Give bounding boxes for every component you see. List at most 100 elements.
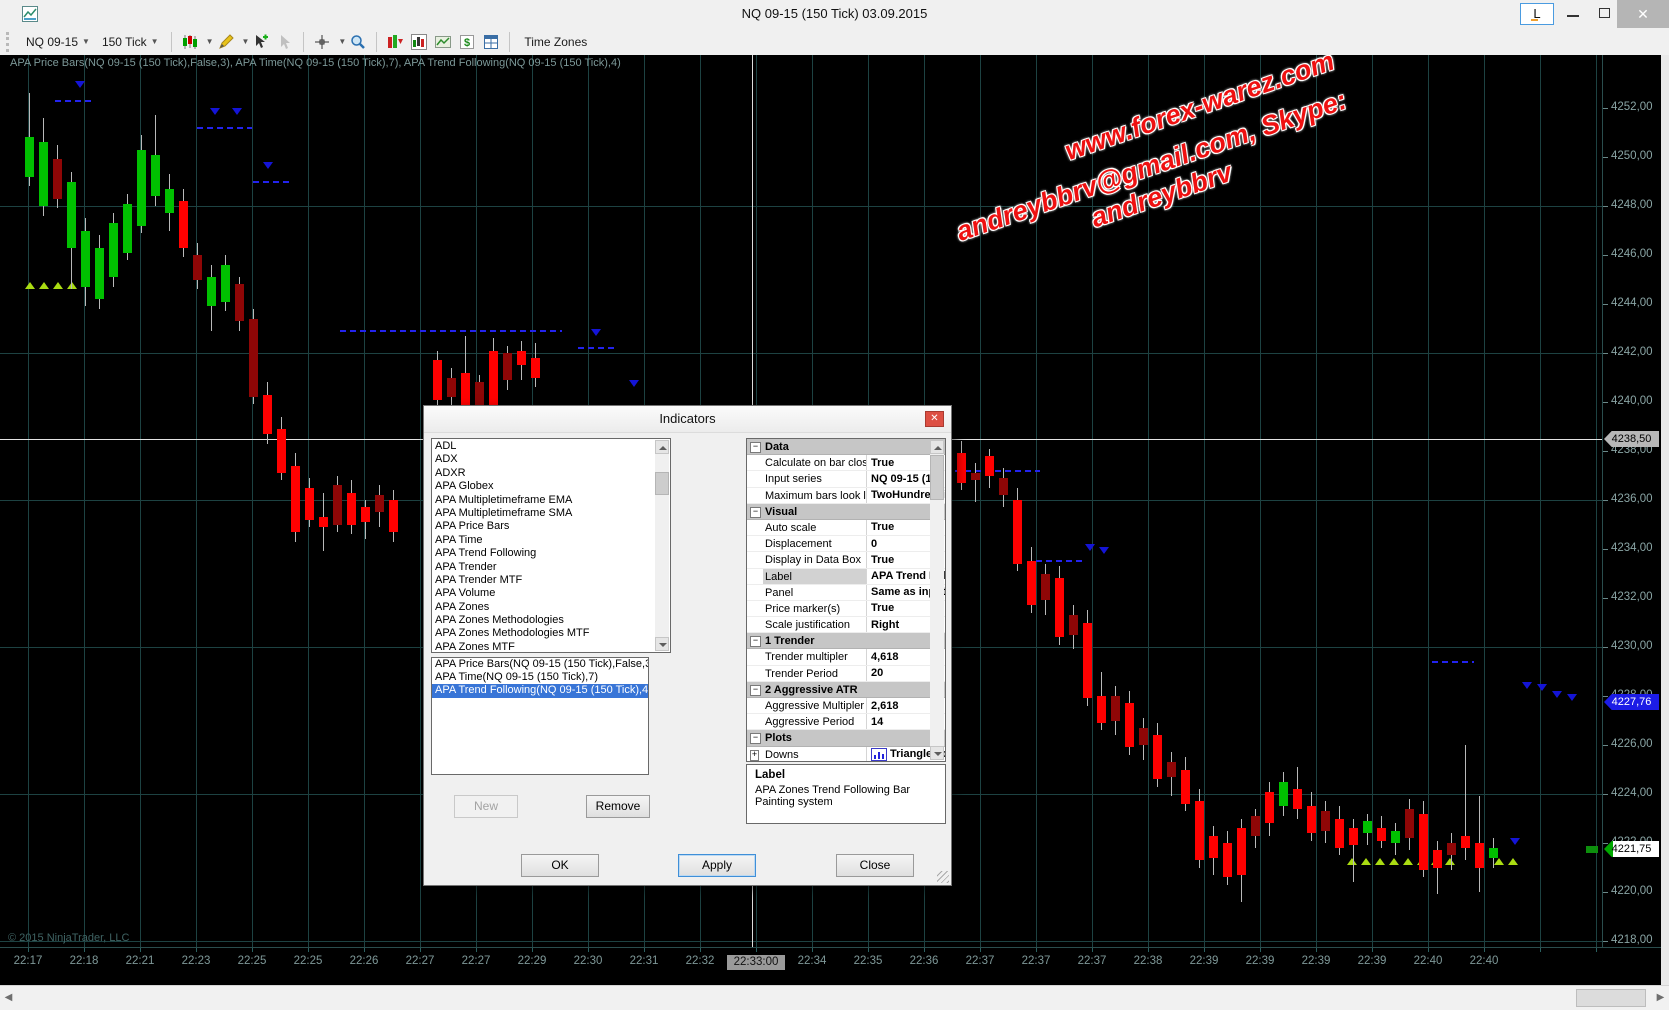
crosshair-icon[interactable]: [314, 34, 330, 50]
close-button[interactable]: ✕: [1617, 0, 1669, 28]
indicator-list-item[interactable]: APA Trender: [432, 561, 670, 574]
indicator-list-item[interactable]: APA Multipletimeframe EMA: [432, 494, 670, 507]
indicator-list-item[interactable]: ADXR: [432, 467, 670, 480]
time-label: 22:30: [559, 955, 617, 967]
triangle-down-marker: [232, 108, 242, 115]
horizontal-scrollbar[interactable]: ◀ ▶: [0, 985, 1669, 1010]
chevron-down-icon[interactable]: ▼: [338, 37, 346, 46]
indicator-list-item[interactable]: APA Zones MTF: [432, 641, 670, 653]
indicator-list-item[interactable]: APA Zones: [432, 601, 670, 614]
indicator-list-item[interactable]: APA Volume: [432, 587, 670, 600]
chevron-down-icon[interactable]: ▼: [206, 37, 214, 46]
chart-trader-icon[interactable]: [411, 34, 427, 50]
chevron-down-icon[interactable]: ▼: [242, 37, 250, 46]
new-button[interactable]: New: [454, 795, 518, 818]
property-row[interactable]: Trender multipler4,618: [747, 649, 945, 665]
applied-indicator-item[interactable]: APA Trend Following(NQ 09-15 (150 Tick),…: [432, 684, 648, 697]
account-dollar-icon[interactable]: $: [459, 34, 475, 50]
apply-button[interactable]: Apply: [678, 854, 756, 877]
collapse-icon[interactable]: −: [750, 507, 761, 518]
property-row[interactable]: Display in Data BoxTrue: [747, 552, 945, 568]
bars-icon[interactable]: [387, 34, 403, 50]
property-row[interactable]: Displacement0: [747, 536, 945, 552]
property-category-row[interactable]: −2 Aggressive ATR: [747, 682, 945, 698]
indicator-list-item[interactable]: APA Zones Methodologies: [432, 614, 670, 627]
instrument-link-button[interactable]: L: [1520, 3, 1554, 25]
time-tick: [588, 948, 589, 952]
cursor-icon[interactable]: [277, 34, 293, 50]
scroll-down-button[interactable]: [930, 746, 944, 760]
property-row[interactable]: LabelAPA Trend Following: [747, 569, 945, 585]
toolbar-grip[interactable]: [6, 32, 12, 52]
scrollbar-thumb[interactable]: [655, 472, 669, 495]
scrollbar-thumb[interactable]: [930, 455, 944, 500]
collapse-icon[interactable]: −: [750, 685, 761, 696]
close-dialog-button[interactable]: Close: [836, 854, 914, 877]
data-grid-icon[interactable]: [483, 34, 499, 50]
property-category-row[interactable]: −Visual: [747, 504, 945, 520]
scroll-left-button[interactable]: ◀: [0, 986, 17, 1010]
time-zones-button[interactable]: Time Zones: [524, 35, 587, 49]
indicator-list-item[interactable]: APA Globex: [432, 480, 670, 493]
applied-indicator-item[interactable]: APA Price Bars(NQ 09-15 (150 Tick),False…: [432, 658, 648, 671]
grid-scrollbar[interactable]: [930, 440, 944, 760]
applied-indicators-list[interactable]: APA Price Bars(NQ 09-15 (150 Tick),False…: [431, 657, 649, 775]
instrument-dropdown[interactable]: NQ 09-15▼: [20, 33, 96, 51]
applied-indicator-item[interactable]: APA Time(NQ 09-15 (150 Tick),7): [432, 671, 648, 684]
indicator-list-item[interactable]: ADX: [432, 453, 670, 466]
indicator-list-item[interactable]: APA Price Bars: [432, 520, 670, 533]
property-row[interactable]: Aggressive Period14: [747, 714, 945, 730]
price-tick-label: 4226,00: [1611, 738, 1653, 750]
drawing-tools-icon[interactable]: [218, 34, 234, 50]
indicator-list-item[interactable]: APA Trender MTF: [432, 574, 670, 587]
scroll-up-button[interactable]: [930, 440, 944, 454]
property-category-row[interactable]: −Plots: [747, 730, 945, 746]
collapse-icon[interactable]: −: [750, 636, 761, 647]
time-tick: [1596, 948, 1597, 952]
indicator-list-item[interactable]: APA Zones Methodologies MTF: [432, 627, 670, 640]
scroll-right-button[interactable]: ▶: [1652, 986, 1669, 1010]
property-row[interactable]: Auto scaleTrue: [747, 520, 945, 536]
property-row[interactable]: Aggressive Multipler2,618: [747, 698, 945, 714]
property-row[interactable]: Maximum bars look lTwoHundredFiftySix: [747, 488, 945, 504]
collapse-icon[interactable]: −: [750, 442, 761, 453]
property-row[interactable]: Input seriesNQ 09-15 (150 Tick): [747, 471, 945, 487]
indicator-list-item[interactable]: ADL: [432, 440, 670, 453]
property-row[interactable]: +DownsTriangleDown; S: [747, 747, 945, 762]
property-row[interactable]: Calculate on bar closTrue: [747, 455, 945, 471]
remove-button[interactable]: Remove: [586, 795, 650, 818]
indicator-list-item[interactable]: APA Time: [432, 534, 670, 547]
scroll-down-button[interactable]: [655, 637, 669, 651]
property-row[interactable]: Scale justificationRight: [747, 617, 945, 633]
property-category-row[interactable]: −Data: [747, 439, 945, 455]
cursor-add-icon[interactable]: [253, 34, 269, 50]
zoom-icon[interactable]: [350, 34, 366, 50]
candle-body: [1363, 821, 1372, 833]
dialog-close-button[interactable]: ✕: [925, 411, 944, 427]
scroll-up-button[interactable]: [655, 440, 669, 454]
property-row[interactable]: Trender Period20: [747, 666, 945, 682]
property-row[interactable]: PanelSame as input series: [747, 585, 945, 601]
available-indicators-list[interactable]: ADLADXADXRAPA GlobexAPA Multipletimefram…: [431, 438, 671, 653]
expand-icon[interactable]: +: [750, 750, 759, 761]
ok-button[interactable]: OK: [521, 854, 599, 877]
indicator-list-item[interactable]: APA Trend Following: [432, 547, 670, 560]
list-scrollbar[interactable]: [655, 440, 669, 651]
maximize-button[interactable]: [1590, 0, 1620, 28]
dialog-titlebar[interactable]: Indicators: [424, 406, 951, 433]
minimize-button[interactable]: [1558, 0, 1588, 28]
time-axis[interactable]: 22:1722:1822:2122:2322:2522:2522:2622:27…: [0, 947, 1661, 986]
property-row[interactable]: Price marker(s)True: [747, 601, 945, 617]
resize-grip[interactable]: [937, 871, 949, 883]
snapshot-icon[interactable]: [435, 34, 451, 50]
indicator-label[interactable]: APA Price Bars(NQ 09-15 (150 Tick),False…: [10, 57, 621, 69]
collapse-icon[interactable]: −: [750, 733, 761, 744]
price-axis[interactable]: 4252,004250,004248,004246,004244,004242,…: [1602, 55, 1661, 947]
property-grid[interactable]: −DataCalculate on bar closTrueInput seri…: [746, 438, 946, 762]
scrollbar-thumb[interactable]: [1576, 989, 1646, 1007]
chart-style-icon[interactable]: [182, 34, 198, 50]
time-tick: [476, 948, 477, 952]
property-category-row[interactable]: −1 Trender: [747, 633, 945, 649]
interval-dropdown[interactable]: 150 Tick▼: [96, 33, 165, 51]
indicator-list-item[interactable]: APA Multipletimeframe SMA: [432, 507, 670, 520]
